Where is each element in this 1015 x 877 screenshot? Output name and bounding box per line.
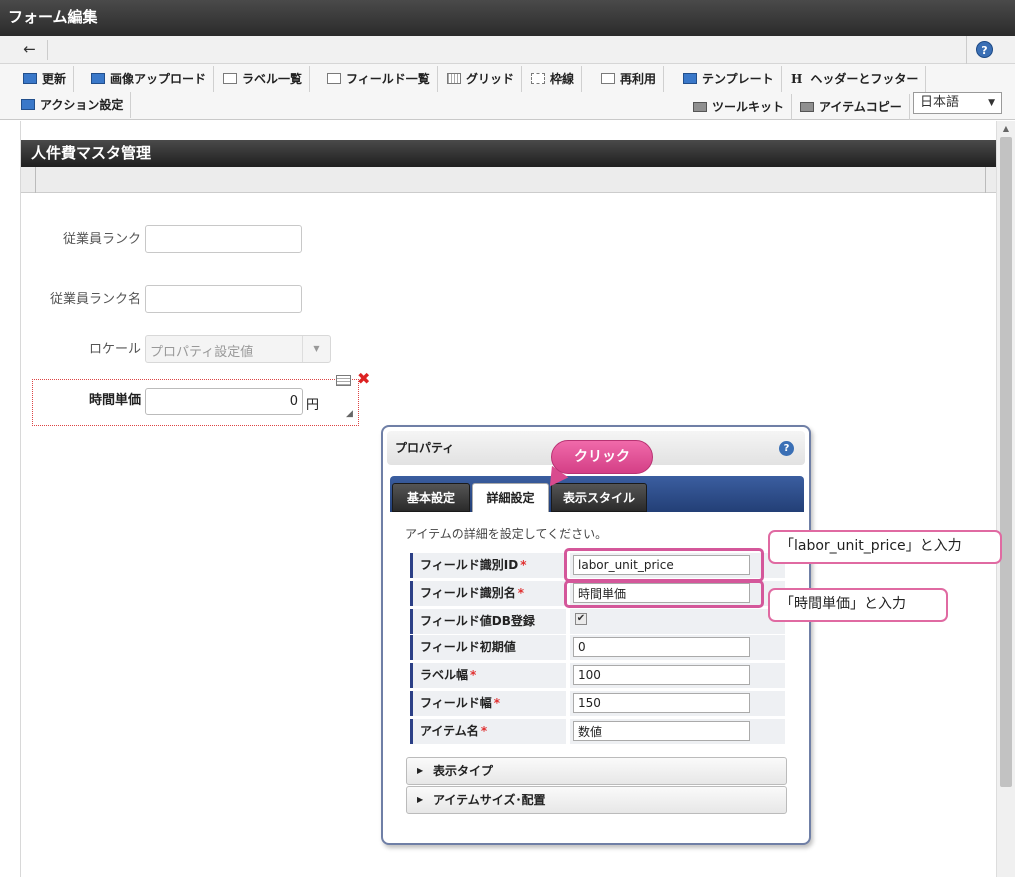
property-row: フィールド幅 * <box>410 691 785 716</box>
template-button[interactable]: テンプレート <box>676 66 782 92</box>
action-settings-button[interactable]: アクション設定 <box>14 92 132 118</box>
header-footer-icon: H <box>791 72 803 86</box>
item-size-section[interactable]: ▶ アイテムサイズ･配置 <box>406 786 787 814</box>
form-subheader <box>21 167 996 193</box>
tab-detail-settings[interactable]: 詳細設定 <box>472 483 549 512</box>
template-icon <box>683 73 697 84</box>
initial-value-input[interactable] <box>573 637 750 657</box>
employee-rank-name-input[interactable] <box>145 285 302 313</box>
reuse-button[interactable]: 再利用 <box>594 66 665 92</box>
field-list-button[interactable]: フィールド一覧 <box>320 66 438 92</box>
property-panel: プロパティ ? 基本設定 詳細設定 表示スタイル アイテムの詳細を設定してくださ… <box>381 425 811 845</box>
scroll-up-icon[interactable]: ▲ <box>997 124 1015 136</box>
delete-item-icon[interactable]: ✖ <box>357 371 370 387</box>
help-icon[interactable]: ? <box>779 441 794 456</box>
locale-select[interactable]: プロパティ設定値 ▼ <box>145 335 331 363</box>
toolkit-icon <box>693 102 707 112</box>
help-icon[interactable]: ? <box>976 41 993 58</box>
label-list-button[interactable]: ラベル一覧 <box>216 66 311 92</box>
chevron-down-icon: ▼ <box>302 336 330 362</box>
grid-button[interactable]: グリッド <box>440 66 523 92</box>
property-row: フィールド初期値 <box>410 635 785 660</box>
resize-handle-icon[interactable]: ◢ <box>346 409 353 419</box>
back-arrow-icon[interactable]: ← <box>12 40 48 60</box>
image-upload-button[interactable]: 画像アップロード <box>84 66 215 92</box>
hourly-price-label: 時間単価 <box>88 393 141 408</box>
label-width-input[interactable] <box>573 665 750 685</box>
update-button[interactable]: 更新 <box>16 66 75 92</box>
hourly-price-unit: 円 <box>306 398 320 413</box>
hourly-price-input[interactable]: 0 <box>145 388 303 415</box>
tab-basic-settings[interactable]: 基本設定 <box>392 483 470 512</box>
callout-field-id: 「labor_unit_price」と入力 <box>768 530 1002 564</box>
item-copy-button[interactable]: アイテムコピー <box>793 94 910 120</box>
property-tabbar: 基本設定 詳細設定 表示スタイル <box>390 476 804 512</box>
item-copy-icon <box>800 102 814 112</box>
item-name-input[interactable] <box>573 721 750 741</box>
toolkit-button[interactable]: ツールキット <box>686 94 793 120</box>
language-select[interactable]: 日本語 ▼ <box>913 92 1002 114</box>
property-row: ラベル幅 * <box>410 663 785 688</box>
window-title: フォーム編集 <box>0 0 1015 36</box>
field-list-icon <box>327 73 341 84</box>
form-title: 人件費マスタ管理 <box>21 140 996 167</box>
reuse-icon <box>601 73 615 84</box>
header-footer-button[interactable]: H ヘッダーとフッター <box>784 66 927 92</box>
locale-label: ロケール <box>88 342 141 357</box>
update-icon <box>23 73 37 84</box>
highlight-field-id <box>564 548 764 582</box>
chevron-down-icon: ▼ <box>988 98 995 108</box>
chevron-right-icon: ▶ <box>417 766 424 775</box>
employee-rank-input[interactable] <box>145 225 302 253</box>
chevron-right-icon: ▶ <box>417 795 424 804</box>
nav-bar: ← ? <box>0 36 1015 64</box>
callout-field-name: 「時間単価」と入力 <box>768 588 948 622</box>
display-type-section[interactable]: ▶ 表示タイプ <box>406 757 787 785</box>
image-upload-icon <box>91 73 105 84</box>
toolbar: 更新 画像アップロード ラベル一覧 フィールド一覧 グリッド 枠線 再利用 テン… <box>0 64 1015 120</box>
employee-rank-label: 従業員ランク <box>62 232 141 247</box>
highlight-field-name <box>564 580 764 608</box>
action-settings-icon <box>21 99 35 110</box>
property-row: アイテム名 * <box>410 719 785 744</box>
scroll-thumb[interactable] <box>1000 137 1012 787</box>
tab-display-style[interactable]: 表示スタイル <box>551 483 647 512</box>
label-list-icon <box>223 73 237 84</box>
grid-icon <box>447 73 461 84</box>
click-annotation: クリック <box>551 440 653 474</box>
property-row: フィールド値DB登録 ✔ <box>410 609 785 634</box>
border-button[interactable]: 枠線 <box>524 66 583 92</box>
employee-rank-name-label: 従業員ランク名 <box>49 292 141 307</box>
field-width-input[interactable] <box>573 693 750 713</box>
vertical-scrollbar[interactable]: ▲ <box>996 121 1015 877</box>
db-register-checkbox[interactable]: ✔ <box>575 613 587 625</box>
item-properties-icon[interactable] <box>336 375 351 386</box>
property-description: アイテムの詳細を設定してください。 <box>405 527 608 541</box>
border-icon <box>531 73 545 84</box>
